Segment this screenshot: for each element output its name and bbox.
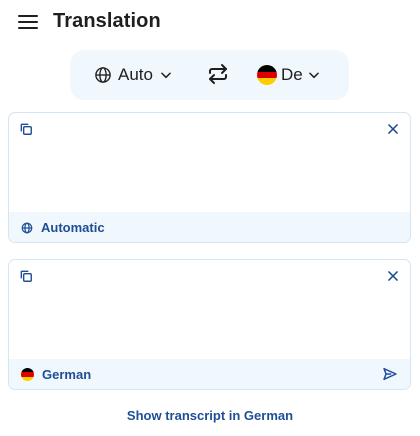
source-text-panel: Automatic (8, 112, 411, 243)
source-panel-footer: Automatic (9, 212, 410, 242)
globe-icon (95, 67, 111, 83)
source-language-indicator[interactable]: Automatic (21, 220, 105, 235)
source-language-dropdown[interactable]: Auto (94, 63, 173, 87)
target-panel-footer: German (9, 359, 410, 389)
target-text-input[interactable] (19, 290, 400, 358)
hamburger-menu-icon[interactable] (16, 10, 40, 34)
app-header: Translation (0, 0, 420, 44)
target-text-panel: German (8, 259, 411, 390)
source-language-name: Automatic (41, 220, 105, 235)
copy-icon[interactable] (19, 122, 33, 136)
target-language-name: German (42, 367, 92, 382)
target-language-dropdown[interactable]: De (257, 63, 321, 87)
show-transcript-link[interactable]: Show transcript in German (0, 408, 420, 423)
swap-arrows-icon[interactable] (206, 62, 230, 86)
source-text-input[interactable] (19, 143, 400, 211)
page-title: Translation (53, 10, 161, 32)
germany-flag-icon (257, 65, 277, 85)
send-icon[interactable] (382, 366, 398, 382)
germany-flag-icon (21, 368, 34, 381)
chevron-down-icon (308, 72, 319, 79)
close-icon[interactable] (386, 269, 400, 283)
globe-icon (21, 222, 33, 233)
language-selector-bar: Auto De (70, 50, 349, 100)
close-icon[interactable] (386, 122, 400, 136)
chevron-down-icon (161, 72, 171, 79)
copy-icon[interactable] (19, 269, 33, 283)
target-language-label: De (281, 65, 303, 84)
target-language-indicator[interactable]: German (21, 367, 91, 382)
source-language-label: Auto (118, 65, 153, 84)
